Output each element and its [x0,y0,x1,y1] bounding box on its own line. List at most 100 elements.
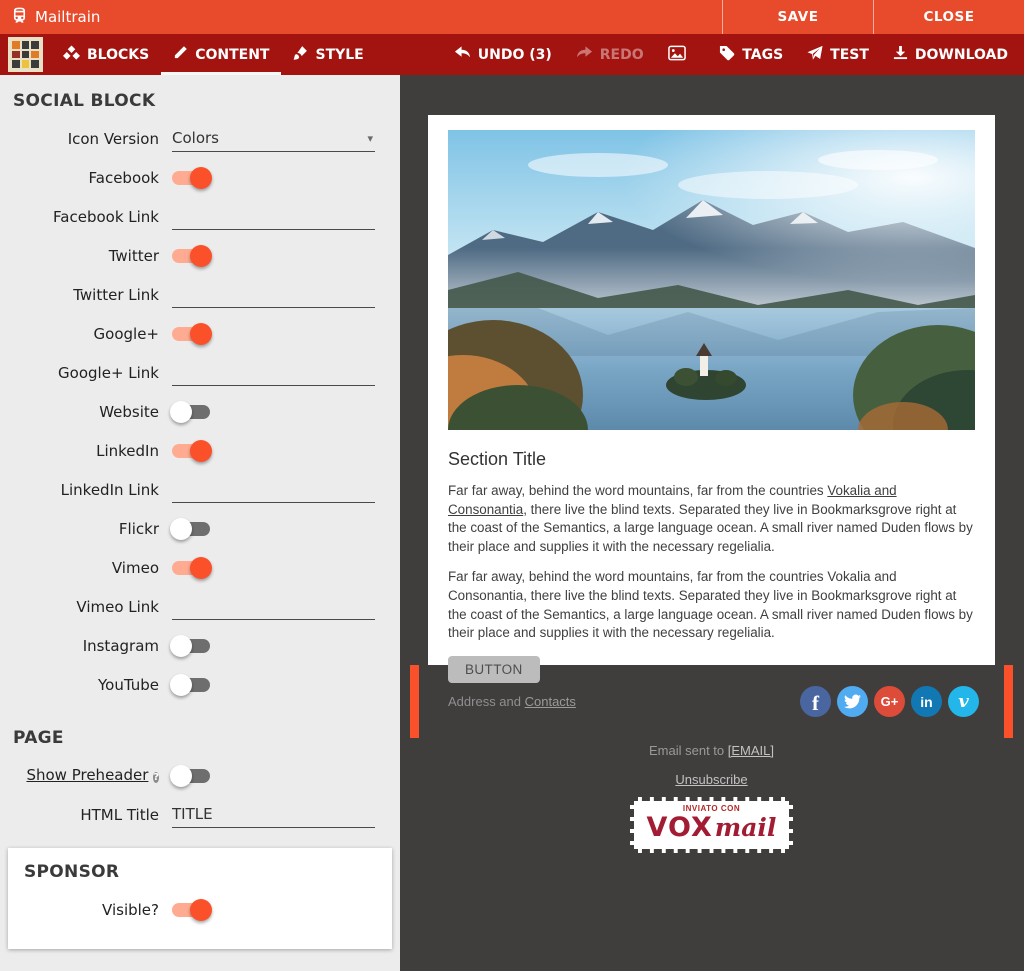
voxmail-badge[interactable]: INVIATO CON VOXmail [630,797,793,853]
paragraph-2[interactable]: Far far away, behind the word mountains,… [448,568,975,642]
unsubscribe-link[interactable]: Unsubscribe [675,772,747,787]
section-title[interactable]: Section Title [448,449,975,470]
brush-icon [293,45,308,64]
logo-tile [22,41,30,49]
top-header-bar: Mailtrain SAVE CLOSE [0,0,1024,34]
flickr-toggle[interactable] [172,522,210,536]
sponsor-heading: SPONSOR [24,862,392,882]
icon-version-label: Icon Version [0,130,172,148]
logo-tile [31,51,39,59]
toggle-knob [170,401,192,423]
tab-content[interactable]: CONTENT [161,34,281,75]
test-button[interactable]: TEST [795,34,881,75]
tag-icon [719,45,735,65]
tab-style-label: STYLE [315,47,363,63]
icon-version-select[interactable]: Colors ▾ [172,126,375,152]
voxmail-logo: VOXmail [634,813,789,847]
train-icon [10,6,29,29]
close-button[interactable]: CLOSE [873,0,1024,34]
facebook-link-input[interactable] [172,204,375,230]
youtube-row: YouTube [0,665,400,704]
redo-button[interactable]: REDO [564,34,656,75]
vimeo-link-input[interactable] [172,594,375,620]
show-preheader-label[interactable]: Show Preheader [26,766,148,784]
facebook-link-label: Facebook Link [0,208,172,226]
facebook-row: Facebook [0,158,400,197]
tab-blocks[interactable]: BLOCKS [51,34,161,75]
email-sent-text: Email sent to [649,743,728,758]
website-label: Website [0,403,172,421]
voxmail-mail-text: mail [715,813,777,842]
unsubscribe-line: Unsubscribe [428,772,995,787]
toggle-knob [190,245,212,267]
facebook-icon[interactable]: f [800,686,831,717]
icon-version-row: Icon Version Colors ▾ [0,119,400,158]
help-icon[interactable]: ? [153,772,159,783]
twitter-label: Twitter [0,247,172,265]
social-icons-row: f G+ in v [800,686,995,717]
hero-image[interactable] [448,130,975,430]
toggle-knob [190,323,212,345]
toggle-knob [190,557,212,579]
logo-tile [12,41,20,49]
paragraph-1[interactable]: Far far away, behind the word mountains,… [448,482,975,556]
undo-label: UNDO (3) [478,47,552,63]
youtube-toggle[interactable] [172,678,210,692]
visible-label: Visible? [8,901,172,919]
settings-panel: SOCIAL BLOCK Icon Version Colors ▾ Faceb… [0,75,400,971]
facebook-label: Facebook [0,169,172,187]
twitter-toggle[interactable] [172,249,210,263]
toggle-knob [170,674,192,696]
linkedin-row: LinkedIn [0,431,400,470]
website-toggle[interactable] [172,405,210,419]
linkedin-link-input[interactable] [172,477,375,503]
download-label: DOWNLOAD [915,47,1008,63]
download-button[interactable]: DOWNLOAD [881,34,1024,75]
contacts-link[interactable]: Contacts [525,694,576,709]
linkedin-toggle[interactable] [172,444,210,458]
social-block-heading: SOCIAL BLOCK [13,91,400,111]
undo-button[interactable]: UNDO (3) [442,34,564,75]
icon-version-value: Colors [172,129,219,147]
redo-icon [576,46,593,64]
twitter-icon[interactable] [837,686,868,717]
logo-tile [22,51,30,59]
html-title-input[interactable] [172,802,375,828]
logo-tile [12,51,20,59]
save-button[interactable]: SAVE [722,0,873,34]
googleplus-icon[interactable]: G+ [874,686,905,717]
tab-style[interactable]: STYLE [281,34,375,75]
mailtrain-editor: Mailtrain SAVE CLOSE BLOCKS [0,0,1024,971]
googleplus-toggle[interactable] [172,327,210,341]
toggle-knob [190,440,212,462]
vimeo-toggle[interactable] [172,561,210,575]
facebook-link-row: Facebook Link [0,197,400,236]
sponsor-visible-toggle[interactable] [172,903,210,917]
googleplus-link-input[interactable] [172,360,375,386]
sponsor-card: SPONSOR Visible? [8,848,392,949]
instagram-toggle[interactable] [172,639,210,653]
tags-label: TAGS [742,47,783,63]
image-gallery-button[interactable] [656,34,698,75]
toggle-knob [170,518,192,540]
instagram-row: Instagram [0,626,400,665]
flickr-row: Flickr [0,509,400,548]
vimeo-label: Vimeo [0,559,172,577]
vimeo-icon[interactable]: v [948,686,979,717]
paper-plane-icon [807,45,823,65]
tags-button[interactable]: TAGS [707,34,795,75]
facebook-toggle[interactable] [172,171,210,185]
email-footer-block: Address and Contacts f G+ in v [428,665,995,738]
linkedin-icon[interactable]: in [911,686,942,717]
undo-icon [454,46,471,64]
sponsor-visible-row: Visible? [8,890,392,929]
brand: Mailtrain [0,6,100,29]
address-pre: Address and [448,694,525,709]
email-token-link[interactable]: [EMAIL] [728,743,774,758]
vimeo-link-label: Vimeo Link [0,598,172,616]
editor-toolbar: BLOCKS CONTENT STYLE UNDO (3) REDO [0,34,1024,75]
show-preheader-toggle[interactable] [172,769,210,783]
twitter-link-input[interactable] [172,282,375,308]
html-title-row: HTML Title [0,795,400,834]
twitter-link-label: Twitter Link [0,286,172,304]
